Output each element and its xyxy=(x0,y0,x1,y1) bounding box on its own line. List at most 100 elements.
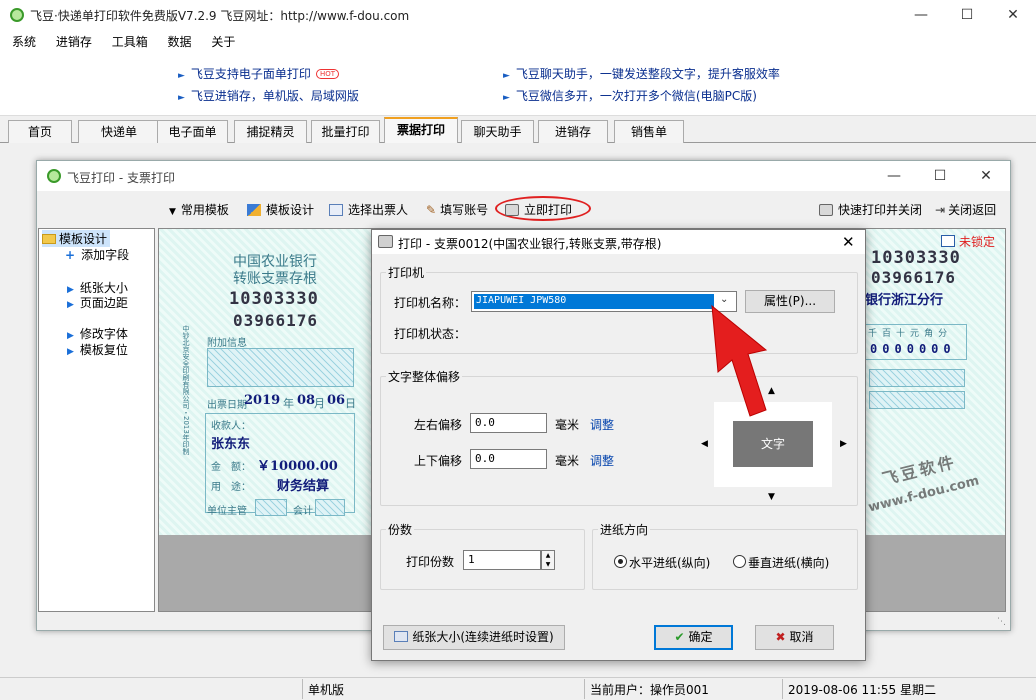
cheque-right-code-1: 10303330 xyxy=(871,248,961,268)
status-datetime: 2019-08-06 11:55 星期二 xyxy=(788,683,936,697)
printer-icon xyxy=(505,204,519,216)
app-logo-icon xyxy=(47,169,61,183)
menu-data[interactable]: 数据 xyxy=(168,30,192,50)
cheque-month: 08 xyxy=(297,393,316,408)
main-tab-bar: 首页 快递单 电子面单 捕捉精灵 批量打印 票据打印 聊天助手 进销存 销售单 xyxy=(0,116,1036,144)
print-dialog: 打印 - 支票0012(中国农业银行,转账支票,带存根) ✕ 打印机 打印机名称… xyxy=(371,229,866,661)
cheque-day: 06 xyxy=(327,393,346,408)
app-title: 飞豆·快递单打印软件免费版V7.2.9 飞豆网址：http://www.f-do… xyxy=(30,9,410,23)
cheque-amount: ￥10000.00 xyxy=(257,459,338,474)
tree-item-reset-template[interactable]: ▶ 模板复位 xyxy=(67,341,128,358)
printer-name-label: 打印机名称： xyxy=(394,296,467,310)
cheque-day-unit: 日 xyxy=(345,397,356,410)
cheque-code-2: 03966176 xyxy=(233,311,319,330)
cheque-year: 2019 xyxy=(244,393,281,408)
ok-button[interactable]: ✔ 确定 xyxy=(654,625,733,650)
bullet-icon: ► xyxy=(178,71,185,81)
tab-batch-print[interactable]: 批量打印 xyxy=(311,120,380,143)
paper-icon xyxy=(394,631,409,642)
menu-inventory[interactable]: 进销存 xyxy=(56,30,92,50)
minimize-button[interactable]: — xyxy=(871,161,917,191)
tab-inventory[interactable]: 进销存 xyxy=(538,120,608,143)
tree-item-page-margin[interactable]: ▶ 页面边距 xyxy=(67,294,128,311)
select-drawer-button[interactable]: 选择出票人 xyxy=(329,201,408,218)
printer-status-label: 打印机状态： xyxy=(394,327,467,341)
tab-bill-print[interactable]: 票据打印 xyxy=(384,117,458,144)
menu-system[interactable]: 系统 xyxy=(12,30,36,50)
tree-root-template-design[interactable]: 模板设计 xyxy=(42,230,111,247)
cheque-digit-grid: 千百十元角分 0000000 xyxy=(865,324,967,360)
ud-adjust-link[interactable]: 调整 xyxy=(590,452,614,469)
close-return-button[interactable]: ⇥ 关闭返回 xyxy=(935,201,996,218)
minimize-button[interactable]: — xyxy=(898,0,944,30)
tab-sales[interactable]: 销售单 xyxy=(614,120,684,143)
tab-home[interactable]: 首页 xyxy=(8,120,72,143)
close-button[interactable]: ✕ xyxy=(963,161,1009,191)
arrow-down-icon[interactable]: ▼ xyxy=(768,492,775,502)
cancel-button[interactable]: ✖ 取消 xyxy=(755,625,834,650)
copies-group-label: 份数 xyxy=(386,521,415,538)
resize-grip-icon[interactable]: ⋱ xyxy=(997,617,1006,627)
tab-chat-assistant[interactable]: 聊天助手 xyxy=(461,120,534,143)
copies-input[interactable]: 1 xyxy=(463,550,541,570)
maximize-button[interactable]: ☐ xyxy=(917,161,963,191)
cheque-supervisor-box xyxy=(255,499,287,516)
tree-item-add-field[interactable]: + 添加字段 xyxy=(65,246,129,263)
digit-values: 0000000 xyxy=(870,342,956,356)
lr-offset-label: 左右偏移 xyxy=(414,418,463,432)
maximize-button[interactable]: ☐ xyxy=(944,0,990,30)
print-now-button[interactable]: 立即打印 xyxy=(505,201,572,218)
copies-spinner[interactable]: ▲ ▼ xyxy=(541,550,555,570)
ud-offset-unit: 毫米 xyxy=(555,454,580,468)
status-divider xyxy=(584,679,585,699)
feed-vertical-radio[interactable] xyxy=(733,555,746,568)
template-design-button[interactable]: 模板设计 xyxy=(247,201,314,218)
plus-icon: + xyxy=(65,248,76,262)
tab-capture[interactable]: 捕捉精灵 xyxy=(234,120,307,143)
printer-icon xyxy=(378,235,393,248)
exit-icon: ⇥ xyxy=(935,203,946,217)
quick-print-close-button[interactable]: 快速打印并关闭 xyxy=(819,201,922,218)
cheque-side-text: 中钞北京安全印刷有限公司・2013年印制 xyxy=(182,325,190,455)
ud-offset-label: 上下偏移 xyxy=(414,454,463,468)
print-dialog-title: 打印 - 支票0012(中国农业银行,转账支票,带存根) xyxy=(398,237,662,251)
menu-about[interactable]: 关于 xyxy=(211,30,235,50)
triangle-icon: ▶ xyxy=(67,347,74,357)
lock-status: 未锁定 xyxy=(959,235,996,249)
cheque-right-code-2: 03966176 xyxy=(871,268,957,287)
hot-badge: HOT xyxy=(315,69,339,79)
lock-checkbox-icon[interactable] xyxy=(941,235,955,247)
templates-button[interactable]: ▼ 常用模板 xyxy=(169,201,229,218)
tab-express[interactable]: 快递单 xyxy=(78,120,160,143)
close-button[interactable]: ✕ xyxy=(842,233,855,251)
ad-link-inventory[interactable]: ► 飞豆进销存，单机版、局域网版 xyxy=(178,87,359,104)
ad-link-wechat[interactable]: ► 飞豆微信多开，一次打开多个微信(电脑PC版) xyxy=(503,87,757,104)
tab-eorder[interactable]: 电子面单 xyxy=(157,120,228,143)
cheque-use-label: 用 途： xyxy=(211,482,251,493)
cheque-window-titlebar: 飞豆打印 - 支票打印 — ☐ ✕ xyxy=(37,161,1010,191)
offset-preview-text: 文字 xyxy=(733,421,813,467)
cheque-year-unit: 年 xyxy=(283,397,294,410)
menu-toolbox[interactable]: 工具箱 xyxy=(112,30,148,50)
cross-icon: ✖ xyxy=(775,630,786,644)
ad-link-chat[interactable]: ► 飞豆聊天助手，一键发送整段文字，提升客服效率 xyxy=(503,65,780,82)
fill-account-button[interactable]: ✎ 填写账号 xyxy=(426,201,488,218)
feed-vertical-label: 垂直进纸(横向) xyxy=(748,556,830,570)
feed-horizontal-radio[interactable] xyxy=(614,555,627,568)
printer-select[interactable]: JIAPUWEI JPW580 ⌄ xyxy=(471,291,737,312)
status-user: 当前用户：操作员001 xyxy=(590,683,709,697)
ud-offset-input[interactable]: 0.0 xyxy=(470,449,547,469)
feed-horizontal-label: 水平进纸(纵向) xyxy=(629,556,711,570)
lr-offset-input[interactable]: 0.0 xyxy=(470,413,547,433)
ad-link-eorder[interactable]: ► 飞豆支持电子面单打印 HOT xyxy=(178,65,339,82)
tree-item-change-font[interactable]: ▶ 修改字体 xyxy=(67,325,128,342)
arrow-left-icon[interactable]: ◀ xyxy=(701,439,708,449)
lr-adjust-link[interactable]: 调整 xyxy=(590,416,614,433)
bullet-icon: ► xyxy=(178,93,185,103)
bullet-icon: ► xyxy=(503,93,510,103)
close-button[interactable]: ✕ xyxy=(990,0,1036,30)
cheque-toolbar: ▼ 常用模板 模板设计 选择出票人 ✎ 填写账号 立即打印 快速打印并关闭 ⇥ 关闭返… xyxy=(37,191,1010,225)
paper-size-button[interactable]: 纸张大小(连续进纸时设置) xyxy=(383,625,565,650)
copies-label: 打印份数 xyxy=(406,555,455,569)
arrow-right-icon[interactable]: ▶ xyxy=(840,439,847,449)
